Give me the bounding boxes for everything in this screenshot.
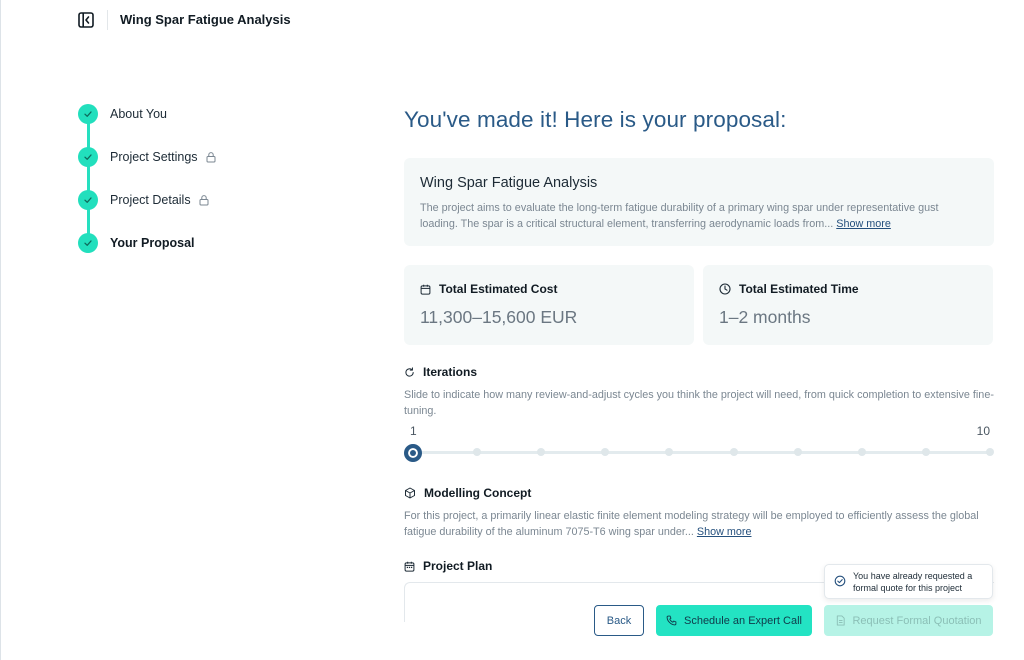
slider-tick[interactable] <box>986 448 994 456</box>
calendar-icon <box>420 284 431 295</box>
summary-text: The project aims to evaluate the long-te… <box>420 200 978 232</box>
refresh-icon <box>405 366 414 377</box>
step-your-proposal[interactable]: Your Proposal <box>78 233 195 253</box>
iterations-label: Iterations <box>423 365 478 379</box>
iterations-header: Iterations <box>404 365 477 379</box>
summary-show-more-link[interactable]: Show more <box>836 218 891 230</box>
slider-tick[interactable] <box>921 448 930 456</box>
window-border <box>0 0 1 660</box>
check-icon <box>78 233 98 253</box>
project-plan-header: Project Plan <box>404 559 492 573</box>
modelling-body: For this project, a primarily linear ela… <box>404 510 979 538</box>
slider-tick[interactable] <box>857 448 866 456</box>
clock-icon <box>719 283 731 295</box>
request-label: Request Formal Quotation <box>852 614 982 627</box>
time-label: Total Estimated Time <box>739 282 859 296</box>
cube-icon <box>405 487 415 499</box>
slider-max-label: 10 <box>976 424 990 438</box>
project-plan-label: Project Plan <box>423 559 493 573</box>
iterations-slider[interactable]: 1 10 <box>404 424 994 464</box>
step-label: About You <box>110 107 168 121</box>
step-project-details[interactable]: Project Details <box>78 190 210 210</box>
modelling-text: For this project, a primarily linear ela… <box>404 508 994 540</box>
proposal-panel: You've made it! Here is your proposal: W… <box>404 0 994 660</box>
check-icon <box>78 104 98 124</box>
iterations-description: Slide to indicate how many review-and-ad… <box>404 389 994 417</box>
cost-header: Total Estimated Cost <box>420 282 678 296</box>
step-label: Project Details <box>110 193 191 207</box>
page-title: You've made it! Here is your proposal: <box>404 107 787 132</box>
slider-tick[interactable] <box>601 448 610 456</box>
slider-track[interactable] <box>412 451 992 454</box>
summary-title: Wing Spar Fatigue Analysis <box>420 175 598 191</box>
schedule-expert-call-button[interactable]: Schedule an Expert Call <box>656 605 812 636</box>
step-label: Your Proposal <box>110 236 195 250</box>
document-icon <box>837 615 846 626</box>
step-label: Project Settings <box>110 150 198 164</box>
stepper-connector <box>87 114 90 244</box>
check-icon <box>78 147 98 167</box>
check-icon <box>78 190 98 210</box>
time-card: Total Estimated Time 1–2 months <box>703 265 993 345</box>
step-about-you[interactable]: About You <box>78 104 167 124</box>
schedule-label: Schedule an Expert Call <box>683 614 802 627</box>
phone-icon <box>666 615 677 626</box>
project-title: Wing Spar Fatigue Analysis <box>120 12 291 27</box>
progress-stepper: About You Project Settings Project Detai… <box>78 104 338 264</box>
calendar-icon <box>404 561 415 572</box>
time-value: 1–2 months <box>719 307 811 327</box>
slider-thumb[interactable] <box>404 444 422 462</box>
tooltip-text: You have already requested a formal quot… <box>853 571 973 593</box>
cost-label: Total Estimated Cost <box>439 282 558 296</box>
request-formal-quotation-button[interactable]: Request Formal Quotation <box>824 605 993 636</box>
slider-tick[interactable] <box>793 448 802 456</box>
slider-tick[interactable] <box>473 448 482 456</box>
modelling-header: Modelling Concept <box>404 486 531 500</box>
step-project-settings[interactable]: Project Settings <box>78 147 217 167</box>
modelling-show-more-link[interactable]: Show more <box>697 526 752 538</box>
slider-tick[interactable] <box>729 448 738 456</box>
slider-min-label: 1 <box>410 424 417 438</box>
sidebar-collapse-icon[interactable] <box>78 12 94 28</box>
modelling-label: Modelling Concept <box>424 486 532 500</box>
quote-requested-tooltip: You have already requested a formal quot… <box>824 564 993 599</box>
project-summary-card: Wing Spar Fatigue Analysis The project a… <box>404 158 994 246</box>
slider-tick[interactable] <box>537 448 546 456</box>
topbar-divider <box>107 10 108 30</box>
lock-icon <box>198 194 210 206</box>
cost-card: Total Estimated Cost 11,300–15,600 EUR <box>404 265 694 345</box>
check-circle-icon <box>834 575 846 587</box>
cost-value: 11,300–15,600 EUR <box>420 307 578 327</box>
slider-tick[interactable] <box>665 448 674 456</box>
lock-icon <box>205 151 217 163</box>
back-button[interactable]: Back <box>594 605 644 636</box>
time-header: Total Estimated Time <box>719 282 977 296</box>
